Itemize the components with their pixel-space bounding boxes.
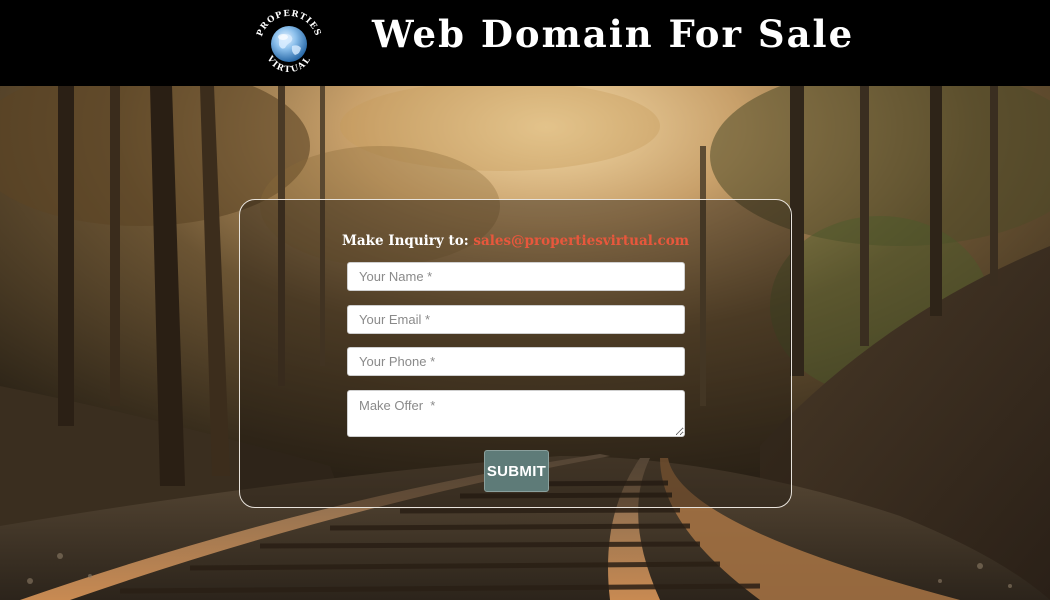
- email-input[interactable]: [347, 305, 685, 334]
- site-header: PROPERTIES VIRTUAL Web Domain For Sale: [0, 0, 1050, 86]
- submit-button[interactable]: SUBMIT: [484, 450, 549, 492]
- globe-icon: PROPERTIES VIRTUAL: [255, 9, 322, 75]
- inquiry-form: Make Inquiry to: sales@propertiesvirtual…: [239, 199, 792, 508]
- inquiry-heading: Make Inquiry to: sales@propertiesvirtual…: [240, 233, 791, 249]
- offer-textarea[interactable]: [347, 390, 685, 437]
- site-title: Web Domain For Sale: [372, 12, 855, 56]
- page: PROPERTIES VIRTUAL Web Domain For Sale M…: [0, 0, 1050, 600]
- name-input[interactable]: [347, 262, 685, 291]
- inquiry-label: Make Inquiry to:: [341, 233, 469, 249]
- properties-virtual-logo[interactable]: PROPERTIES VIRTUAL: [252, 8, 326, 78]
- inquiry-email-link[interactable]: sales@propertiesvirtual.com: [473, 233, 689, 249]
- phone-input[interactable]: [347, 347, 685, 376]
